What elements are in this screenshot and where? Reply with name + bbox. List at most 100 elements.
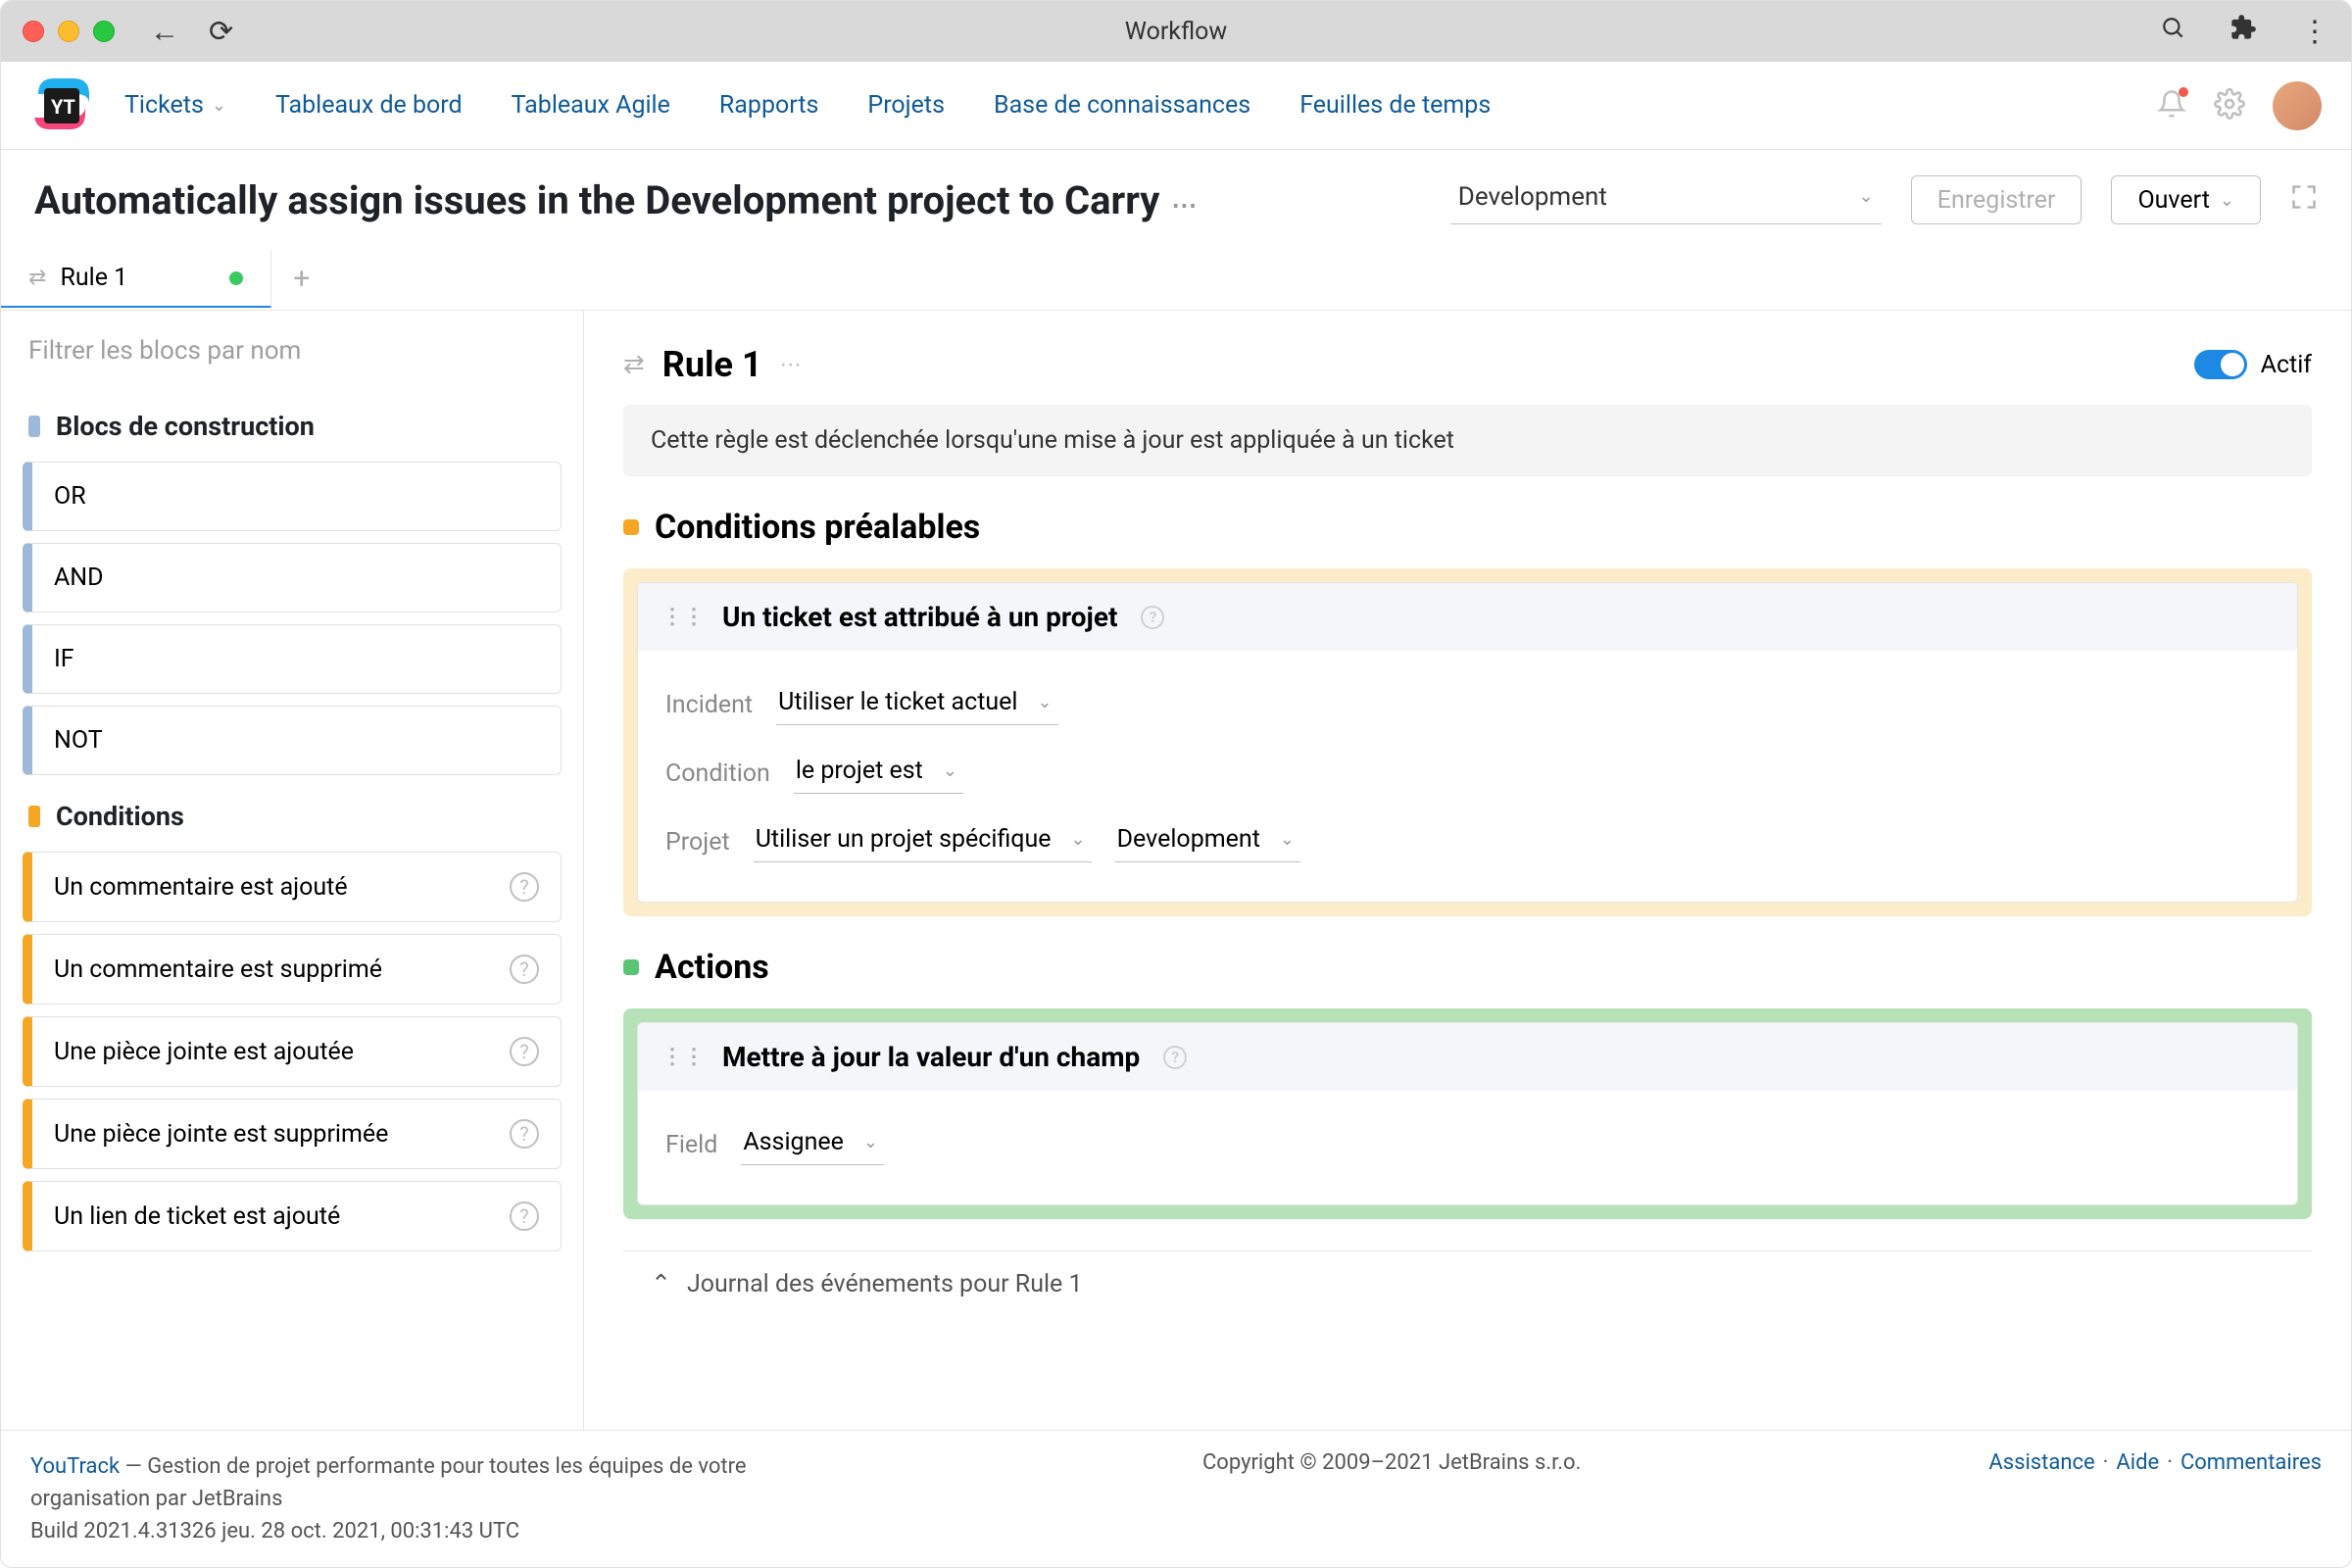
condition-comment-removed[interactable]: Un commentaire est supprimé? — [23, 934, 562, 1004]
action-card-header: ⋮⋮ Mettre à jour la valeur d'un champ ? — [638, 1023, 2297, 1091]
marker-icon — [623, 519, 639, 535]
field-label-field: Field — [665, 1131, 717, 1159]
rule-description: Cette règle est déclenchée lorsqu'une mi… — [623, 405, 2312, 476]
status-dot-icon — [229, 271, 243, 285]
incident-select[interactable]: Utiliser le ticket actuel⌄ — [776, 684, 1057, 725]
titlebar: ← ⟳ Workflow ⋮ — [1, 1, 2351, 62]
extension-icon[interactable] — [2230, 14, 2257, 49]
add-tab-button[interactable]: + — [271, 248, 331, 310]
block-or[interactable]: OR — [23, 462, 562, 531]
title-more-icon[interactable]: ⋯ — [1171, 191, 1197, 220]
settings-icon[interactable] — [2214, 88, 2245, 123]
footer-link-feedback[interactable]: Commentaires — [2180, 1450, 2322, 1475]
notifications-icon[interactable] — [2157, 89, 2186, 122]
footer-desc: — Gestion de projet performante pour tou… — [30, 1454, 747, 1511]
minimize-window-button[interactable] — [58, 21, 79, 42]
marker-icon — [28, 806, 40, 827]
fullscreen-icon[interactable] — [2290, 183, 2318, 218]
chevron-down-icon: ⌄ — [1038, 692, 1053, 712]
footer-link-help[interactable]: Aide — [2116, 1450, 2159, 1475]
project-select[interactable]: Development ⌄ — [1450, 175, 1882, 224]
nav-dashboards[interactable]: Tableaux de bord — [275, 91, 463, 120]
search-icon[interactable] — [2161, 15, 2186, 49]
chevron-up-icon: ⌃ — [651, 1269, 671, 1298]
nav-reports[interactable]: Rapports — [719, 91, 819, 120]
footer-build: Build 2021.4.31326 jeu. 28 oct. 2021, 00… — [30, 1519, 519, 1544]
blocks-sidebar: Blocs de construction OR AND IF NOT Cond… — [1, 311, 584, 1430]
user-avatar[interactable] — [2273, 81, 2322, 130]
chevron-down-icon: ⌄ — [212, 95, 226, 116]
condition-issue-link-added[interactable]: Un lien de ticket est ajouté? — [23, 1181, 562, 1251]
project-value-select[interactable]: Development⌄ — [1115, 821, 1300, 862]
footer-link-support[interactable]: Assistance — [1988, 1450, 2094, 1475]
traffic-lights — [23, 21, 115, 42]
nav-agile-boards[interactable]: Tableaux Agile — [512, 91, 670, 120]
condition-comment-added[interactable]: Un commentaire est ajouté? — [23, 852, 562, 922]
prereq-card: ⋮⋮ Un ticket est attribué à un projet ? … — [623, 568, 2312, 916]
top-nav: YT Tickets⌄ Tableaux de bord Tableaux Ag… — [1, 62, 2351, 150]
action-card: ⋮⋮ Mettre à jour la valeur d'un champ ? … — [623, 1008, 2312, 1219]
help-icon[interactable]: ? — [510, 955, 539, 984]
save-button[interactable]: Enregistrer — [1911, 175, 2082, 224]
block-if[interactable]: IF — [23, 624, 562, 694]
project-mode-select[interactable]: Utiliser un projet spécifique⌄ — [754, 821, 1092, 862]
tab-strip: ⇄ Rule 1 + — [1, 248, 2351, 311]
footer-product-link[interactable]: YouTrack — [30, 1454, 120, 1479]
rule-title: Rule 1 — [662, 344, 762, 385]
back-icon[interactable]: ← — [150, 15, 179, 49]
drag-handle-icon[interactable]: ⋮⋮ — [662, 605, 705, 629]
chevron-down-icon: ⌄ — [943, 760, 957, 781]
marker-icon — [623, 959, 639, 975]
prerequisites-section-header: Conditions préalables — [623, 508, 2312, 547]
help-icon[interactable]: ? — [510, 1201, 539, 1231]
filter-blocks-input[interactable] — [1, 311, 583, 391]
rule-more-icon[interactable]: ⋯ — [780, 353, 802, 377]
svg-text:YT: YT — [51, 95, 75, 119]
app-logo[interactable]: YT — [30, 74, 93, 137]
chevron-down-icon: ⌄ — [2220, 190, 2234, 211]
nav-knowledge-base[interactable]: Base de connaissances — [994, 91, 1250, 120]
help-icon[interactable]: ? — [510, 1037, 539, 1066]
active-label: Actif — [2261, 351, 2312, 379]
actions-section-header: Actions — [623, 948, 2312, 987]
reload-icon[interactable]: ⟳ — [209, 15, 233, 49]
chevron-down-icon: ⌄ — [1280, 829, 1295, 850]
footer: YouTrack — Gestion de projet performante… — [1, 1430, 2351, 1567]
page-header: Automatically assign issues in the Devel… — [1, 150, 2351, 224]
rule-icon: ⇄ — [623, 350, 645, 379]
active-toggle[interactable] — [2194, 350, 2247, 379]
maximize-window-button[interactable] — [93, 21, 115, 42]
marker-icon — [28, 416, 40, 437]
drag-handle-icon[interactable]: ⋮⋮ — [662, 1045, 705, 1069]
block-and[interactable]: AND — [23, 543, 562, 612]
chevron-down-icon: ⌄ — [863, 1132, 878, 1152]
field-label-condition: Condition — [665, 760, 770, 788]
window-title: Workflow — [1125, 18, 1227, 46]
nav-projects[interactable]: Projets — [867, 91, 945, 120]
more-vertical-icon[interactable]: ⋮ — [2300, 15, 2329, 49]
help-icon[interactable]: ? — [510, 1119, 539, 1149]
block-not[interactable]: NOT — [23, 706, 562, 775]
chevron-down-icon: ⌄ — [1071, 829, 1086, 850]
condition-attachment-removed[interactable]: Une pièce jointe est supprimée? — [23, 1099, 562, 1169]
info-icon[interactable]: ? — [1163, 1046, 1187, 1069]
prereq-card-header: ⋮⋮ Un ticket est attribué à un projet ? — [638, 583, 2297, 651]
condition-attachment-added[interactable]: Une pièce jointe est ajoutée? — [23, 1016, 562, 1087]
building-blocks-header: Blocs de construction — [1, 391, 583, 456]
nav-timesheets[interactable]: Feuilles de temps — [1299, 91, 1491, 120]
conditions-header: Conditions — [1, 781, 583, 846]
field-select[interactable]: Assignee⌄ — [741, 1124, 884, 1165]
tab-rule-1[interactable]: ⇄ Rule 1 — [1, 250, 271, 308]
info-icon[interactable]: ? — [1141, 606, 1164, 629]
nav-tickets[interactable]: Tickets⌄ — [124, 91, 226, 120]
condition-select[interactable]: le projet est⌄ — [794, 753, 963, 794]
event-log-toggle[interactable]: ⌃ Journal des événements pour Rule 1 — [623, 1250, 2312, 1316]
chevron-down-icon: ⌄ — [1859, 186, 1874, 207]
page-title: Automatically assign issues in the Devel… — [34, 177, 1421, 223]
close-window-button[interactable] — [23, 21, 44, 42]
rule-content: ⇄ Rule 1 ⋯ Actif Cette règle est déclenc… — [584, 311, 2351, 1430]
help-icon[interactable]: ? — [510, 872, 539, 902]
field-label-incident: Incident — [665, 691, 753, 719]
status-button[interactable]: Ouvert⌄ — [2111, 175, 2261, 224]
field-label-project: Projet — [665, 828, 730, 857]
